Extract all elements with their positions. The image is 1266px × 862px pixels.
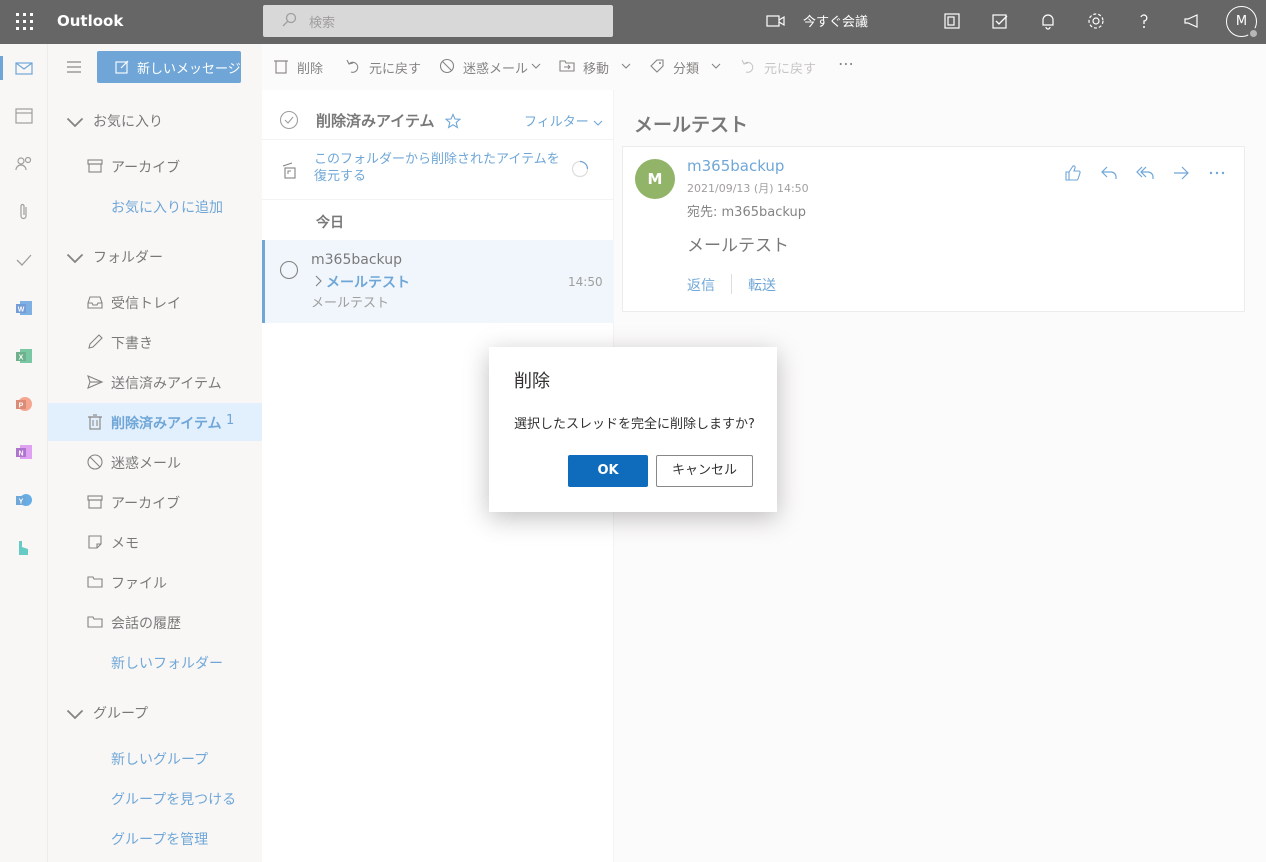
delete-confirmation-dialog: 削除 選択したスレッドを完全に削除しますか? OK キャンセル <box>489 347 777 512</box>
dialog-message: 選択したスレッドを完全に削除しますか? <box>514 417 755 432</box>
ok-button[interactable]: OK <box>568 455 648 487</box>
dialog-title: 削除 <box>514 371 550 392</box>
cancel-button[interactable]: キャンセル <box>656 455 753 487</box>
